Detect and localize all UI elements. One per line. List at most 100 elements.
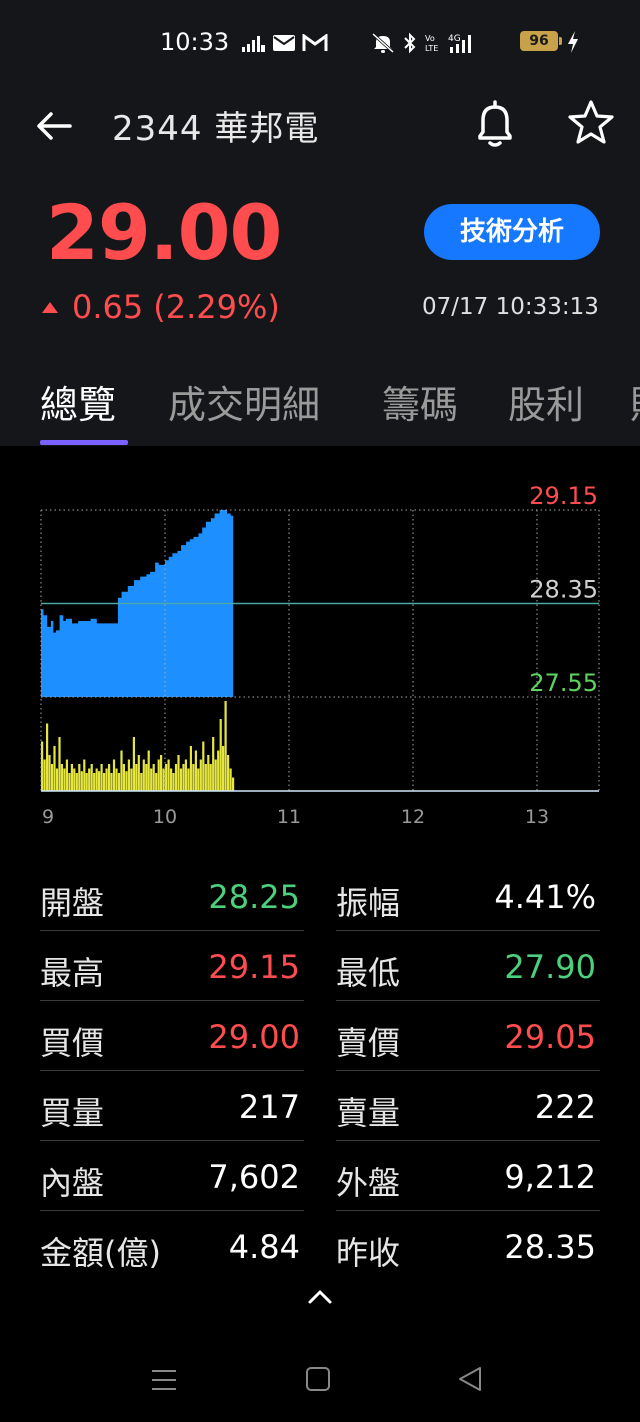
volume-bar (100, 764, 103, 791)
volume-bar (177, 755, 180, 791)
volume-bar (78, 764, 81, 791)
price-change: 0.65 (2.29%) (42, 288, 280, 326)
tab-financials[interactable]: 財 (630, 374, 640, 429)
stat-label: 金額(億) (40, 1234, 161, 1272)
technical-analysis-button[interactable]: 技術分析 (424, 204, 600, 260)
x-tick-label: 9 (42, 806, 54, 828)
volume-bar (155, 773, 158, 791)
stat-label: 賣價 (336, 1024, 401, 1062)
volume-bar (184, 759, 187, 791)
volume-bar (209, 764, 212, 791)
volume-bar (130, 768, 133, 791)
volume-bar (85, 773, 88, 791)
bluetooth-icon (404, 32, 416, 54)
intraday-chart: 29.15 28.35 27.55 9 10 11 12 13 (0, 446, 640, 846)
stat-value: 29.15 (208, 948, 300, 986)
volume-bar (182, 764, 185, 791)
volume-bar (68, 773, 71, 791)
bell-icon[interactable] (470, 98, 520, 150)
volume-bar (65, 759, 68, 791)
stat-row: 最高 29.15 最低 27.90 (40, 934, 600, 1004)
x-tick-label: 13 (525, 806, 549, 828)
stat-cell: 開盤 28.25 (40, 864, 304, 931)
tab-chips[interactable]: 籌碼 (382, 374, 458, 429)
volume-bar (63, 768, 66, 791)
stat-label: 買量 (40, 1094, 105, 1132)
volume-bar (202, 741, 205, 791)
volume-bar (170, 768, 173, 791)
status-icons: Vo LTE 4G (240, 30, 478, 56)
stat-label: 最低 (336, 954, 401, 992)
back-triangle-icon[interactable] (450, 1362, 490, 1398)
volume-bar (132, 737, 135, 791)
volume-bar (127, 759, 130, 791)
stat-label: 買價 (40, 1024, 105, 1062)
status-time: 10:33 (160, 28, 230, 56)
volume-bar (112, 759, 116, 791)
battery-icon: 96 (520, 31, 558, 51)
volume-bar (117, 773, 121, 791)
volume-bar (162, 768, 165, 791)
stat-value: 4.84 (228, 1228, 300, 1266)
volume-bar (192, 764, 195, 791)
stat-label: 最高 (40, 954, 105, 992)
stat-label: 振幅 (336, 884, 401, 922)
system-nav-bar (0, 1340, 640, 1422)
volume-bar (189, 746, 192, 791)
volume-bar (103, 773, 106, 791)
volume-bar (75, 773, 78, 791)
menu-icon[interactable] (144, 1362, 184, 1398)
volume-bar (174, 764, 178, 791)
volume-bar (115, 768, 118, 791)
volume-bar (194, 750, 197, 791)
stock-title: 2344 華邦電 (112, 109, 320, 149)
stat-row: 金額(億) 4.84 昨收 28.35 (40, 1214, 600, 1284)
high-price-label: 29.15 (529, 482, 598, 510)
stat-row: 內盤 7,602 外盤 9,212 (40, 1144, 600, 1214)
volume-bar (179, 768, 183, 791)
stat-value: 27.90 (504, 948, 596, 986)
volume-bar (157, 759, 160, 791)
status-bar: 10:33 Vo LTE 4G 96 (0, 0, 640, 86)
volume-bar (60, 764, 63, 791)
volume-bar (222, 746, 225, 791)
mail-icon (273, 35, 295, 51)
tab-trade-details[interactable]: 成交明細 (168, 374, 320, 429)
volume-bar (229, 768, 232, 791)
tab-active-indicator (40, 440, 128, 445)
volume-bar (212, 737, 215, 791)
stat-label: 賣量 (336, 1094, 401, 1132)
stat-cell: 外盤 9,212 (336, 1144, 600, 1211)
volume-bar (199, 759, 202, 791)
star-icon[interactable] (566, 98, 616, 148)
volume-bar (207, 755, 210, 791)
nav-bar: 2344 華邦電 (0, 86, 640, 166)
volume-bar (73, 768, 76, 791)
volume-bar (105, 768, 108, 791)
volume-bar (147, 750, 150, 791)
volume-bar (214, 759, 217, 791)
stat-cell: 賣價 29.05 (336, 1004, 600, 1071)
stat-row: 買量 217 賣量 222 (40, 1074, 600, 1144)
volume-bar (46, 723, 49, 791)
volume-bar (232, 777, 235, 791)
svg-text:4G: 4G (448, 34, 461, 44)
stat-label: 內盤 (40, 1164, 105, 1202)
up-triangle-icon (42, 301, 58, 313)
arrow-left-icon[interactable] (32, 104, 76, 148)
stat-value: 28.25 (208, 878, 300, 916)
volume-bar (217, 750, 220, 791)
tab-dividends[interactable]: 股利 (508, 374, 584, 429)
volume-bar (160, 755, 163, 791)
chevron-up-icon[interactable] (306, 1286, 334, 1308)
stat-value: 29.05 (504, 1018, 596, 1056)
volume-bar (110, 773, 113, 791)
low-price-label: 27.55 (529, 669, 598, 697)
volume-bar (219, 719, 222, 791)
stat-label: 昨收 (336, 1234, 401, 1272)
volume-bar (48, 755, 51, 791)
home-square-icon[interactable] (298, 1362, 338, 1398)
volume-bar (172, 773, 175, 791)
tab-overview[interactable]: 總覽 (40, 374, 116, 429)
stat-value: 29.00 (208, 1018, 300, 1056)
